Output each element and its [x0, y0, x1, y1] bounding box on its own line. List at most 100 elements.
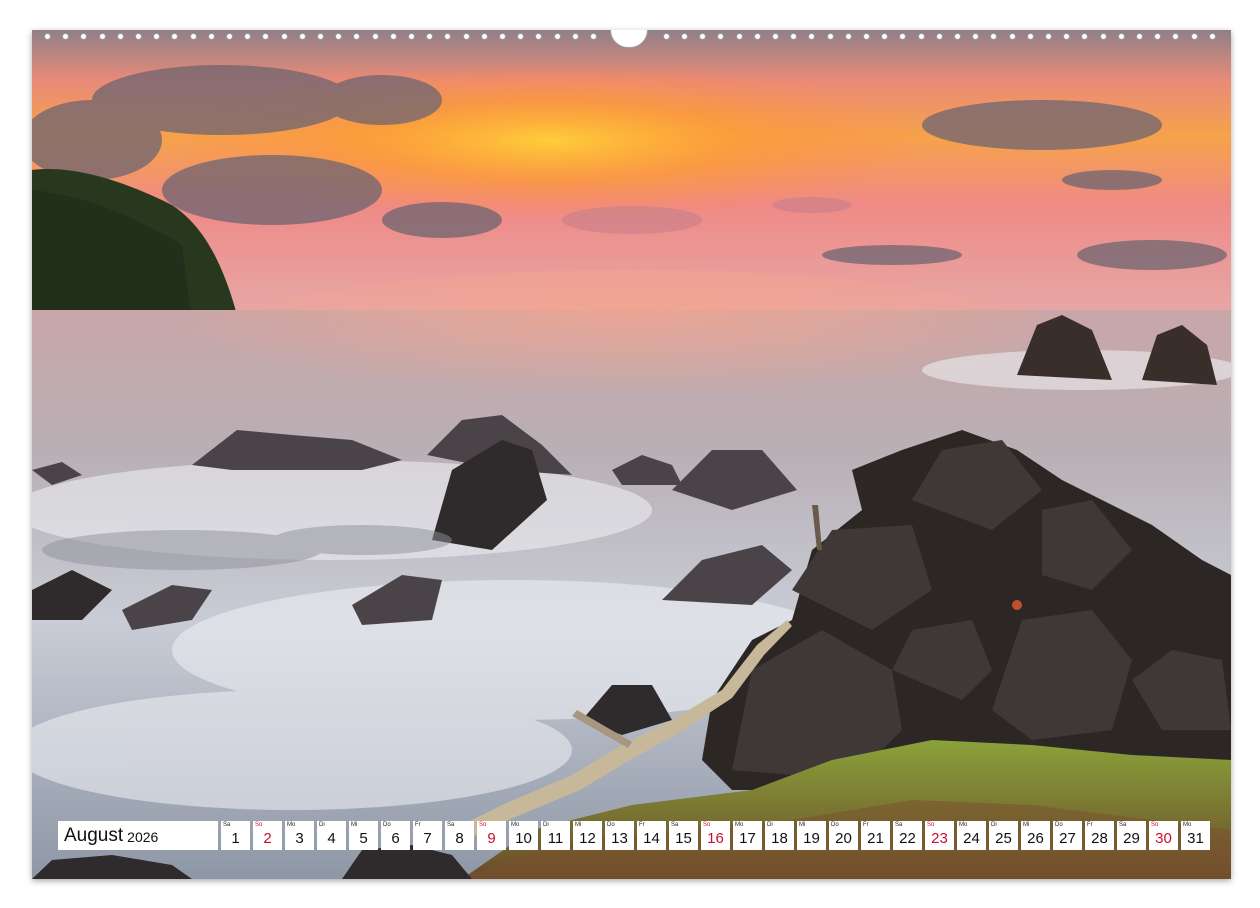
binding-hole — [1190, 33, 1198, 40]
binding-hole — [735, 33, 743, 40]
binding-hole — [535, 33, 543, 40]
binding-hole — [1099, 33, 1107, 40]
binding-hole — [499, 33, 506, 40]
day-number: 31 — [1187, 830, 1204, 847]
day-number: 20 — [835, 830, 852, 847]
day-number: 9 — [487, 830, 496, 847]
day-cell: Sa 22 — [893, 821, 922, 850]
day-number: 10 — [515, 830, 532, 847]
day-cell: Di 18 — [765, 821, 794, 850]
binding-hole — [389, 33, 397, 40]
binding-hole — [1172, 33, 1180, 40]
binding-hole — [116, 33, 124, 40]
binding-hole — [1026, 33, 1034, 40]
binding-hole — [844, 33, 852, 40]
day-cell: Sa 15 — [669, 821, 698, 850]
binding-hole — [1154, 33, 1162, 40]
binding-hole — [1045, 33, 1052, 40]
binding-hole — [444, 33, 452, 40]
binding-hole — [244, 33, 252, 40]
day-cell: Mi 12 — [573, 821, 602, 850]
weekday-abbr: Do — [1055, 822, 1063, 828]
binding-hole — [44, 33, 51, 40]
month-year: 2026 — [127, 829, 159, 845]
binding-hole — [1081, 33, 1089, 40]
binding-hole — [480, 33, 488, 40]
day-cell: Mo 10 — [509, 821, 538, 850]
binding-hole — [753, 33, 761, 40]
binding-hole — [681, 33, 688, 40]
binding-hole — [808, 33, 816, 40]
day-cell: Sa 29 — [1117, 821, 1146, 850]
day-cell: Mo 24 — [957, 821, 986, 850]
binding-hole — [1136, 33, 1143, 40]
binding-hole — [207, 33, 215, 40]
binding-hole — [62, 33, 70, 40]
weekday-abbr: Mi — [351, 822, 358, 828]
weekday-abbr: Di — [767, 822, 773, 828]
weekday-abbr: Sa — [671, 822, 679, 828]
binding-hole — [153, 33, 161, 40]
weekday-abbr: Mi — [1023, 822, 1030, 828]
binding-hole — [171, 33, 179, 40]
day-number: 21 — [867, 830, 884, 847]
binding-hole — [298, 33, 306, 40]
day-cell: Mo 31 — [1181, 821, 1210, 850]
binding-hole — [189, 33, 197, 40]
month-name: August — [64, 824, 124, 846]
day-number: 4 — [327, 830, 336, 847]
day-number: 26 — [1027, 830, 1044, 847]
weekday-abbr: Mo — [287, 822, 296, 828]
day-number: 16 — [707, 830, 724, 847]
day-number: 17 — [739, 830, 756, 847]
landscape-photo — [32, 30, 1231, 879]
weekday-abbr: So — [1151, 822, 1159, 828]
day-cell: Do 20 — [829, 821, 858, 850]
weekday-abbr: Sa — [223, 822, 231, 828]
day-number: 27 — [1059, 830, 1076, 847]
weekday-abbr: So — [927, 822, 935, 828]
day-number: 19 — [803, 830, 820, 847]
day-number: 5 — [359, 830, 368, 847]
binding-hole — [80, 33, 88, 40]
binding-hole — [917, 33, 925, 40]
day-number: 2 — [263, 830, 272, 847]
weekday-abbr: Sa — [1119, 822, 1127, 828]
day-number: 13 — [611, 830, 628, 847]
day-number: 12 — [579, 830, 596, 847]
day-cell: Mo 17 — [733, 821, 762, 850]
weekday-abbr: Mi — [575, 822, 582, 828]
weekday-abbr: Di — [543, 822, 549, 828]
day-cell: Fr 7 — [413, 821, 442, 850]
weekday-abbr: Do — [383, 822, 391, 828]
binding-hole — [353, 33, 361, 40]
binding-hole — [662, 33, 670, 40]
day-cell: So 9 — [477, 821, 506, 850]
day-cell: Mi 19 — [797, 821, 826, 850]
day-cell: Mo 3 — [285, 821, 314, 850]
binding-hole — [1117, 33, 1125, 40]
calendar-strip: August 2026 Sa 1 So 2 Mo 3 Di 4 Mi 5 Do 6 Fr 7 Sa 8 So 9 M… — [58, 821, 1210, 850]
day-number: 6 — [391, 830, 400, 847]
binding-hole — [590, 33, 597, 40]
binding-hole — [571, 33, 579, 40]
binding-hole — [863, 33, 870, 40]
binding-hole — [135, 33, 142, 40]
weekday-abbr: Fr — [415, 822, 421, 828]
day-cell: Mi 5 — [349, 821, 378, 850]
day-cell: Do 13 — [605, 821, 634, 850]
day-number: 3 — [295, 830, 304, 847]
day-cell: So 30 — [1149, 821, 1178, 850]
day-cell: Sa 8 — [445, 821, 474, 850]
binding-hole — [262, 33, 270, 40]
binding-hole — [699, 33, 707, 40]
day-cell: Mi 26 — [1021, 821, 1050, 850]
day-number: 7 — [423, 830, 432, 847]
binding-hole — [98, 33, 106, 40]
binding-hole — [317, 33, 324, 40]
weekday-abbr: Mo — [1183, 822, 1192, 828]
binding-hole — [280, 33, 288, 40]
weekday-abbr: So — [255, 822, 263, 828]
weekday-abbr: Di — [319, 822, 325, 828]
day-cell: So 16 — [701, 821, 730, 850]
